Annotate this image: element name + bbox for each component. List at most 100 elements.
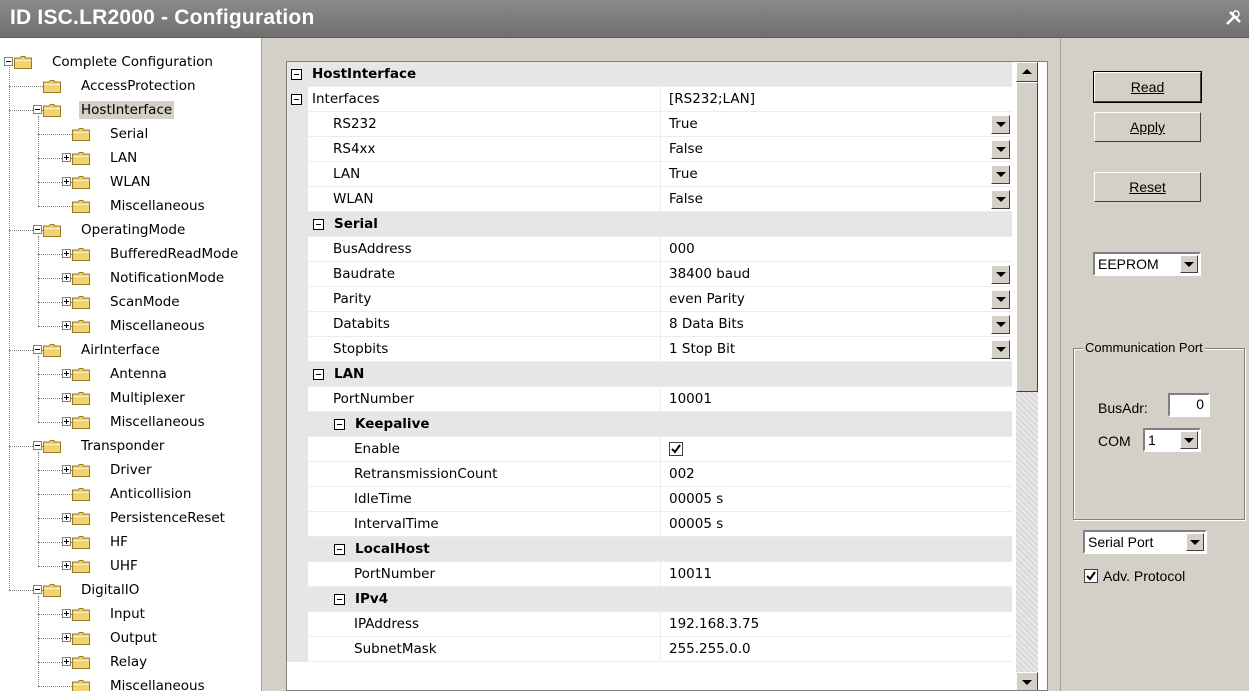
grid-property-row[interactable]: IntervalTime 00005 s [287, 512, 1012, 537]
grid-property-row[interactable]: Interfaces [RS232;LAN] [287, 87, 1012, 112]
grid-property-row[interactable]: LAN True [287, 162, 1012, 187]
grid-property-row[interactable]: RS232 True [287, 112, 1012, 137]
property-value[interactable]: 192.168.3.75 [669, 616, 759, 632]
grid-category-row[interactable]: Keepalive [287, 412, 1012, 437]
grid-property-row[interactable]: PortNumber 10011 [287, 562, 1012, 587]
property-value[interactable]: True [669, 166, 698, 182]
chevron-down-icon[interactable] [991, 140, 1010, 159]
collapse-icon[interactable] [33, 105, 42, 114]
property-value[interactable]: 10011 [669, 566, 712, 582]
property-value[interactable]: False [669, 141, 703, 157]
tree-item[interactable]: Miscellaneous [0, 410, 261, 434]
tree-item[interactable]: Serial [0, 122, 261, 146]
scroll-down-button[interactable] [1016, 672, 1038, 690]
tree-item[interactable]: HF [0, 530, 261, 554]
expand-icon[interactable] [62, 417, 71, 426]
grid-property-row[interactable]: SubnetMask 255.255.0.0 [287, 637, 1012, 662]
expand-icon[interactable] [62, 561, 71, 570]
collapse-icon[interactable] [33, 345, 42, 354]
tree-item[interactable]: Complete Configuration [0, 50, 261, 74]
grid-property-row[interactable]: RS4xx False [287, 137, 1012, 162]
expand-icon[interactable] [62, 513, 71, 522]
tree-item[interactable]: Miscellaneous [0, 194, 261, 218]
grid-property-row[interactable]: Enable [287, 437, 1012, 462]
chevron-down-icon[interactable] [991, 165, 1010, 184]
expand-icon[interactable] [62, 249, 71, 258]
property-value[interactable]: 00005 s [669, 516, 723, 532]
tree-item[interactable]: AirInterface [0, 338, 261, 362]
expand-icon[interactable] [62, 369, 71, 378]
property-value[interactable]: 1 Stop Bit [669, 341, 735, 357]
grid-property-row[interactable]: Parity even Parity [287, 287, 1012, 312]
collapse-icon[interactable] [291, 69, 302, 80]
scroll-thumb[interactable] [1016, 82, 1038, 392]
expand-icon[interactable] [62, 393, 71, 402]
collapse-icon[interactable] [334, 544, 345, 555]
property-value[interactable]: 38400 baud [669, 266, 750, 282]
grid-property-row[interactable]: Databits 8 Data Bits [287, 312, 1012, 337]
read-button[interactable]: Read [1093, 71, 1202, 103]
port-select[interactable]: Serial Port [1083, 530, 1207, 554]
collapse-icon[interactable] [33, 585, 42, 594]
property-value[interactable]: 8 Data Bits [669, 316, 744, 332]
property-value[interactable]: 000 [669, 241, 695, 257]
grid-property-row[interactable]: RetransmissionCount 002 [287, 462, 1012, 487]
adv-protocol-checkbox[interactable] [1084, 569, 1098, 583]
chevron-down-icon[interactable] [991, 115, 1010, 134]
property-value[interactable]: 002 [669, 466, 695, 482]
tree-item[interactable]: Driver [0, 458, 261, 482]
adv-protocol-label[interactable]: Adv. Protocol [1103, 568, 1185, 584]
tree-item[interactable]: ScanMode [0, 290, 261, 314]
tree-item[interactable]: AccessProtection [0, 74, 261, 98]
expand-icon[interactable] [62, 633, 71, 642]
property-value[interactable]: 10001 [669, 391, 712, 407]
tree-item[interactable]: Transponder [0, 434, 261, 458]
expand-icon[interactable] [62, 297, 71, 306]
collapse-icon[interactable] [33, 441, 42, 450]
tree-item[interactable]: OperatingMode [0, 218, 261, 242]
chevron-down-icon[interactable] [991, 190, 1010, 209]
grid-property-row[interactable]: Baudrate 38400 baud [287, 262, 1012, 287]
grid-category-row[interactable]: LocalHost [287, 537, 1012, 562]
expand-icon[interactable] [62, 153, 71, 162]
grid-category-row[interactable]: IPv4 [287, 587, 1012, 612]
property-value[interactable]: even Parity [669, 291, 745, 307]
tree-item[interactable]: NotificationMode [0, 266, 261, 290]
tree-item[interactable]: PersistenceReset [0, 506, 261, 530]
property-value[interactable]: True [669, 116, 698, 132]
chevron-down-icon[interactable] [991, 340, 1010, 359]
tree-item[interactable]: Output [0, 626, 261, 650]
tree-item[interactable]: Antenna [0, 362, 261, 386]
scroll-up-button[interactable] [1016, 62, 1038, 82]
config-tree[interactable]: Complete Configuration AccessProtection Ho… [0, 38, 262, 691]
tools-icon[interactable] [1225, 9, 1243, 27]
grid-property-row[interactable]: Stopbits 1 Stop Bit [287, 337, 1012, 362]
tree-item[interactable]: HostInterface [0, 98, 261, 122]
tree-item[interactable]: Miscellaneous [0, 674, 261, 691]
property-value[interactable]: False [669, 191, 703, 207]
tree-item[interactable]: Miscellaneous [0, 314, 261, 338]
tree-item[interactable]: DigitalIO [0, 578, 261, 602]
tree-item[interactable]: BufferedReadMode [0, 242, 261, 266]
reset-button[interactable]: Reset [1094, 172, 1201, 202]
busadr-input[interactable]: 0 [1168, 393, 1210, 417]
property-grid[interactable]: HostInterface Interfaces [RS232;LAN] RS232 T… [286, 61, 1048, 691]
chevron-down-icon[interactable] [991, 315, 1010, 334]
expand-icon[interactable] [62, 321, 71, 330]
grid-category-row[interactable]: Serial [287, 212, 1012, 237]
collapse-icon[interactable] [4, 57, 13, 66]
tree-item[interactable]: LAN [0, 146, 261, 170]
chevron-down-icon[interactable] [991, 265, 1010, 284]
chevron-down-icon[interactable] [991, 290, 1010, 309]
grid-property-row[interactable]: IdleTime 00005 s [287, 487, 1012, 512]
grid-property-row[interactable]: WLAN False [287, 187, 1012, 212]
collapse-icon[interactable] [334, 419, 345, 430]
expand-icon[interactable] [62, 657, 71, 666]
tree-item[interactable]: Input [0, 602, 261, 626]
expand-icon[interactable] [62, 537, 71, 546]
tree-item[interactable]: Multiplexer [0, 386, 261, 410]
grid-category-row[interactable]: HostInterface [287, 62, 1012, 87]
expand-icon[interactable] [62, 465, 71, 474]
grid-category-row[interactable]: LAN [287, 362, 1012, 387]
grid-property-row[interactable]: PortNumber 10001 [287, 387, 1012, 412]
